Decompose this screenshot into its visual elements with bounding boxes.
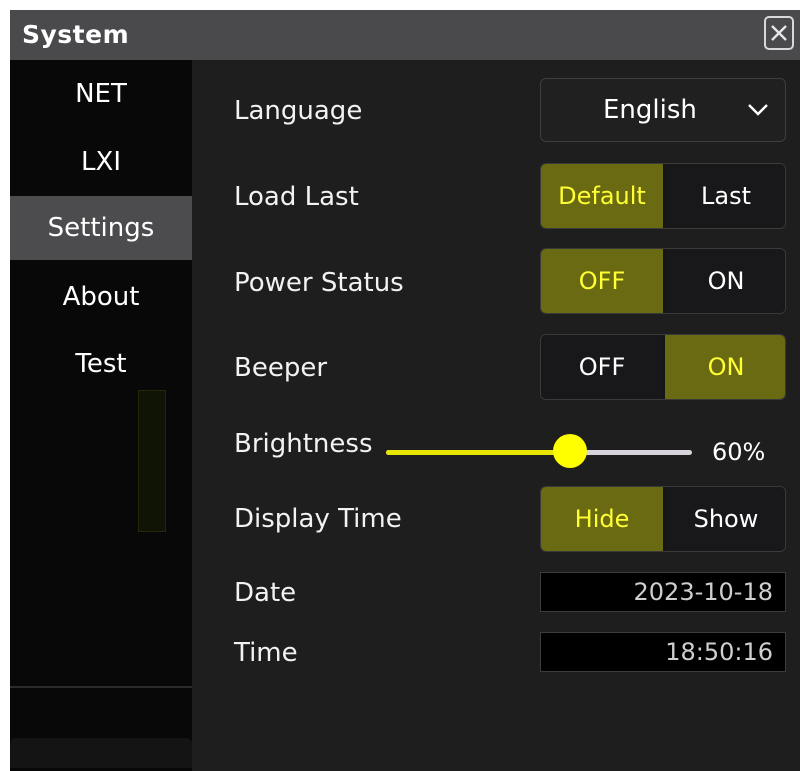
settings-panel: Language English Load Last Default Last … [192,60,800,771]
display-time-hide-option[interactable]: Hide [541,487,663,551]
language-value: English [603,95,697,125]
language-select[interactable]: English [540,78,786,142]
load-last-default-option[interactable]: Default [541,164,663,228]
sidebar-item-label: LXI [81,147,121,177]
sidebar-item-settings[interactable]: Settings [10,196,192,260]
brightness-slider-fill [386,450,570,455]
beeper-label: Beeper [234,353,328,383]
display-time-toggle: Hide Show [540,486,786,552]
divider [10,686,192,688]
date-field[interactable]: 2023-10-18 [540,572,786,612]
close-button[interactable] [764,16,794,50]
sidebar-item-label: NET [75,79,127,109]
power-status-label: Power Status [234,268,404,298]
sidebar-item-net[interactable]: NET [10,62,192,126]
power-status-on-option[interactable]: ON [665,249,785,313]
brightness-label: Brightness [234,429,373,459]
time-field[interactable]: 18:50:16 [540,632,786,672]
sidebar-item-test[interactable]: Test [10,332,192,396]
brightness-value: 60% [712,438,766,466]
load-last-label: Load Last [234,182,359,212]
system-dialog: System NET LXI Settings About Test Langu [10,10,800,771]
sidebar-item-label: About [62,282,140,312]
brightness-slider-handle[interactable] [552,434,587,468]
sidebar-item-lxi[interactable]: LXI [10,130,192,194]
background-graphic [138,390,166,532]
load-last-toggle: Default Last [540,163,786,229]
title-bar: System [10,10,800,61]
sidebar-item-label: Test [75,349,127,379]
chevron-down-icon [748,104,768,116]
close-icon [771,25,787,41]
beeper-toggle: OFF ON [540,334,786,400]
beeper-on-option[interactable]: ON [665,335,785,399]
beeper-off-option[interactable]: OFF [541,335,663,399]
sidebar-item-label: Settings [47,213,155,243]
sidebar: NET LXI Settings About Test [10,60,192,771]
power-status-off-option[interactable]: OFF [541,249,663,313]
time-label: Time [234,638,298,668]
power-status-toggle: OFF ON [540,248,786,314]
sidebar-item-about[interactable]: About [10,265,192,329]
date-label: Date [234,578,297,608]
language-label: Language [234,96,363,126]
display-time-show-option[interactable]: Show [665,487,785,551]
brightness-slider[interactable] [386,450,692,455]
background-panel [10,738,192,768]
load-last-last-option[interactable]: Last [665,164,785,228]
display-time-label: Display Time [234,504,402,534]
dialog-title: System [22,20,130,49]
